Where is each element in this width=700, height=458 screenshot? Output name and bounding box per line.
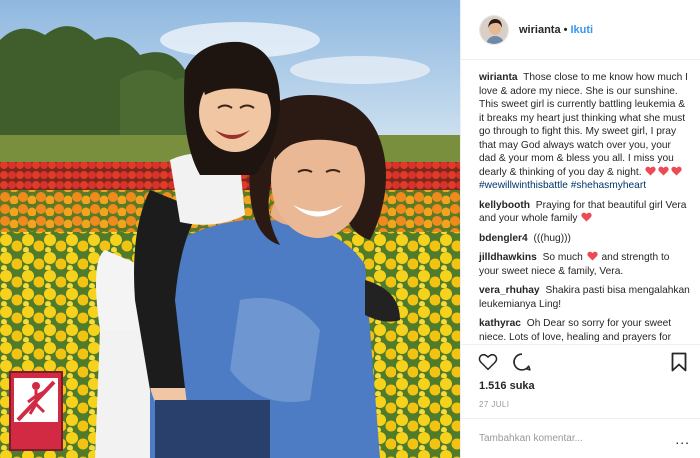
red-heart-icon	[587, 251, 598, 261]
post-photo[interactable]	[0, 0, 460, 458]
follow-button[interactable]: Ikuti	[570, 24, 593, 36]
post-date: 27 JULI	[479, 400, 510, 409]
comment-item: kellybooth Praying for that beautiful gi…	[479, 199, 690, 226]
post-side-panel: wirianta • Ikuti wirianta Those close to…	[460, 0, 700, 458]
comment-username[interactable]: kathyrac	[479, 318, 521, 329]
avatar-image	[480, 15, 508, 44]
ellipsis-icon[interactable]: ...	[675, 431, 690, 447]
comment-item: bdengler4 (((hug)))	[479, 232, 690, 246]
comments-list[interactable]: wirianta Those close to me know how much…	[461, 60, 700, 344]
caption-hashtags[interactable]: #wewillwinthisbattle #shehasmyheart	[479, 180, 646, 191]
comment-item: kathyrac Oh Dear so sorry for your sweet…	[479, 317, 690, 344]
photo-illustration	[0, 0, 460, 458]
comment-username[interactable]: vera_rhuhay	[479, 285, 540, 296]
comment-item: vera_rhuhay Shakira pasti bisa mengalahk…	[479, 284, 690, 311]
comment-username[interactable]: jilldhawkins	[479, 252, 537, 263]
caption-text: Those close to me know how much I love &…	[479, 72, 688, 178]
caption-username[interactable]: wirianta	[479, 72, 518, 83]
heart-outline-icon[interactable]	[477, 351, 499, 373]
field-sign	[9, 371, 63, 451]
instagram-post: wirianta • Ikuti wirianta Those close to…	[0, 0, 700, 458]
header-separator: •	[563, 23, 568, 36]
header-username[interactable]: wirianta	[519, 24, 561, 36]
comment-text: (((hug)))	[533, 232, 571, 244]
caption: wirianta Those close to me know how much…	[479, 71, 690, 193]
red-heart-icon	[645, 166, 657, 176]
comment-input[interactable]	[479, 433, 676, 444]
likes-count[interactable]: 1.516 suka	[461, 378, 700, 396]
add-comment-bar: ...	[461, 418, 700, 458]
comment-username[interactable]: kellybooth	[479, 200, 530, 211]
bookmark-icon[interactable]	[668, 351, 690, 373]
comment-text: So much	[542, 252, 583, 263]
comment-username[interactable]: bdengler4	[479, 233, 528, 244]
post-header: wirianta • Ikuti	[461, 0, 700, 60]
avatar[interactable]	[479, 14, 509, 45]
comment-item: jilldhawkins So much and strength to you…	[479, 251, 690, 278]
red-heart-icon	[671, 166, 683, 176]
speech-bubble-icon[interactable]	[511, 351, 533, 373]
red-heart-icon	[581, 212, 592, 222]
red-heart-icon	[658, 166, 670, 176]
action-bar	[461, 344, 700, 378]
